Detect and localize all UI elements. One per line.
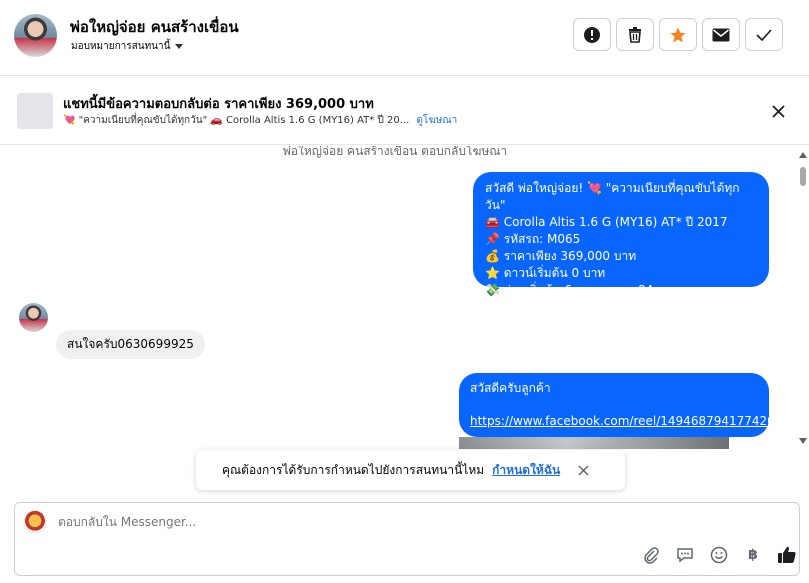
page-avatar — [23, 510, 47, 534]
saved-replies-button[interactable] — [675, 545, 695, 565]
message-line: 🚘 Corolla Altis 1.6 G (MY16) AT* ปี 2017 — [485, 215, 728, 229]
close-banner-button[interactable] — [768, 101, 788, 121]
message-line: สวัสดี พ่อใหญ่จ่อย! 💘 "ความเนียบที่คุณขั… — [485, 181, 740, 212]
trash-icon — [629, 27, 641, 43]
system-message: พ่อใหญ่จ่อย คนสร้างเขื่อน ตอบกลับโฆษณา — [282, 146, 508, 158]
conversation-header: พ่อใหญ่จ่อย คนสร้างเขื่อน มอบหมายการสนทน… — [0, 0, 809, 76]
chevron-down-icon — [175, 44, 184, 49]
ad-subtitle: 💘 "ความเนียบที่คุณขับได้ทุกวัน" 🚗 Coroll… — [63, 113, 457, 128]
outgoing-message[interactable]: สวัสดีครับลูกค้า https://www.facebook.co… — [459, 373, 782, 437]
ad-title: แชทนี้มีข้อความตอบกลับต่อ ราคาเพียง 369,… — [63, 97, 374, 112]
view-ad-link[interactable]: ดูโฆษณา — [416, 115, 457, 126]
emoji-button[interactable] — [709, 545, 729, 565]
composer-toolbar: ฿ — [641, 545, 797, 565]
paperclip-icon — [644, 547, 659, 564]
message-line: 💸 ผ่อนเริ่มต้น 6,xxx บาท x 84 งวด — [485, 283, 678, 297]
reel-link[interactable]: https://www.facebook.com/reel/1494687941… — [470, 413, 782, 430]
message-line: 📌 รหัสรถ: M065 — [485, 232, 581, 246]
thumbs-up-icon — [778, 546, 796, 563]
outgoing-message[interactable]: สวัสดี พ่อใหญ่จ่อย! 💘 "ความเนียบที่คุณขั… — [473, 172, 769, 297]
ad-thumbnail — [17, 93, 53, 129]
mark-unread-button[interactable] — [702, 18, 740, 51]
toast-text: คุณต้องการได้รับการกำหนดไปยังการสนทนานี้… — [222, 462, 485, 477]
message-line: ⭐ ดาวน์เริ่มต้น 0 บาท — [485, 266, 606, 280]
attach-button[interactable] — [641, 545, 661, 565]
message-line: 💰 ราคาเพียง 369,000 บาท — [485, 249, 637, 263]
scroll-up-arrow[interactable] — [799, 152, 807, 158]
contact-name[interactable]: พ่อใหญ่จ่อย คนสร้างเขื่อน — [70, 15, 239, 39]
assign-label: มอบหมายการสนทนานี้ — [71, 41, 171, 52]
message-thread[interactable]: พ่อใหญ่จ่อย คนสร้างเขื่อน ตอบกลับโฆษณา ส… — [0, 146, 809, 500]
incoming-message[interactable]: สนใจครับ0630699925 — [56, 330, 205, 359]
star-button[interactable] — [659, 18, 697, 51]
mark-done-button[interactable] — [745, 18, 783, 51]
assign-dropdown[interactable]: มอบหมายการสนทนานี้ — [71, 39, 184, 54]
star-icon — [670, 27, 686, 42]
ad-subtitle-text: 💘 "ความเนียบที่คุณขับได้ทุกวัน" 🚗 Coroll… — [63, 115, 410, 126]
assign-to-me-link[interactable]: กำหนดให้ฉัน — [492, 461, 560, 480]
ad-reply-banner: แชทนี้มีข้อความตอบกลับต่อ ราคาเพียง 369,… — [0, 77, 809, 145]
close-icon — [578, 464, 589, 476]
reply-input[interactable] — [58, 515, 658, 529]
reply-composer: ฿ — [14, 502, 800, 576]
baht-icon: ฿ — [748, 547, 758, 563]
scroll-thumb[interactable] — [800, 167, 806, 186]
scrollbar[interactable] — [797, 150, 809, 446]
sender-avatar[interactable] — [19, 303, 48, 332]
message-line: สวัสดีครับลูกค้า — [470, 381, 551, 395]
header-actions — [573, 18, 783, 51]
payment-button[interactable]: ฿ — [743, 545, 763, 565]
alert-icon — [584, 26, 600, 43]
link-preview-image[interactable] — [459, 437, 729, 449]
checkmark-icon — [756, 28, 772, 41]
smiley-icon — [710, 546, 728, 564]
like-button[interactable] — [777, 545, 797, 565]
scroll-down-arrow[interactable] — [799, 438, 807, 444]
close-icon — [771, 104, 785, 118]
envelope-icon — [712, 28, 730, 41]
contact-avatar[interactable] — [14, 14, 57, 57]
report-spam-button[interactable] — [573, 18, 611, 51]
delete-button[interactable] — [616, 18, 654, 51]
chat-bubble-icon — [677, 548, 693, 563]
assign-toast: คุณต้องการได้รับการกำหนดไปยังการสนทนานี้… — [196, 450, 625, 490]
toast-close-button[interactable] — [578, 464, 589, 476]
